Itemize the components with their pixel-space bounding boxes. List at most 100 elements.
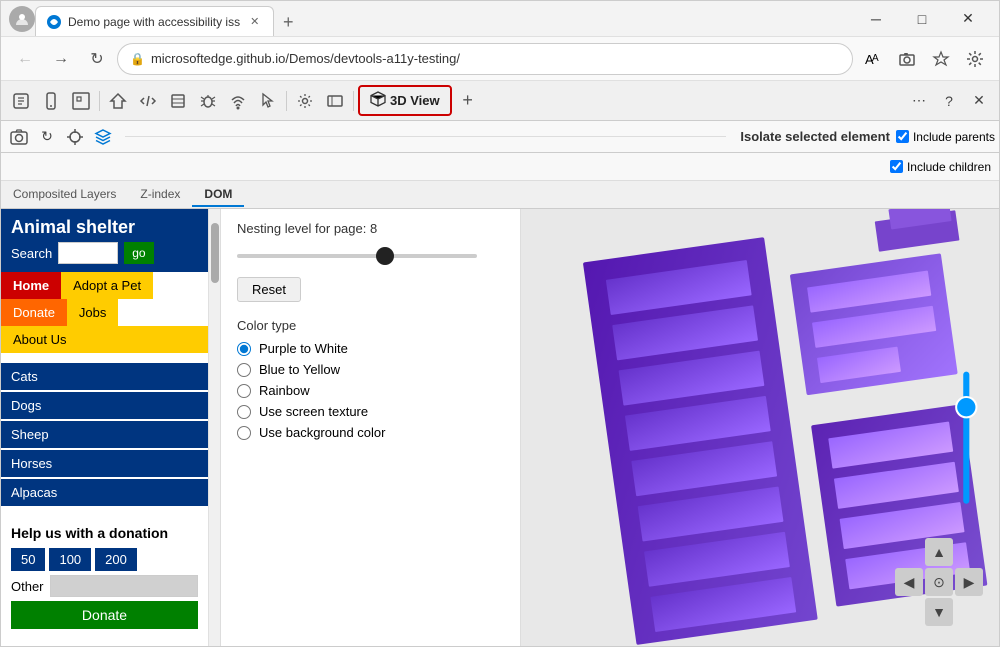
donate-submit-button[interactable]: Donate bbox=[11, 601, 198, 629]
pointer-icon[interactable] bbox=[254, 87, 282, 115]
nesting-level-label: Nesting level for page: bbox=[237, 221, 366, 236]
browser-frame: Demo page with accessibility iss ✕ + ─ □… bbox=[0, 0, 1000, 647]
donation-other-input[interactable] bbox=[50, 575, 198, 597]
include-parents-checkbox[interactable] bbox=[896, 130, 909, 143]
nav-about[interactable]: About Us bbox=[1, 326, 208, 353]
forward-button[interactable]: → bbox=[45, 43, 77, 75]
arrow-right-button[interactable]: ▶ bbox=[955, 568, 983, 596]
3d-view-icon bbox=[370, 91, 386, 110]
tab-composited-layers[interactable]: Composited Layers bbox=[1, 183, 128, 207]
donate-200-button[interactable]: 200 bbox=[95, 548, 137, 571]
lock-icon: 🔒 bbox=[130, 52, 145, 66]
include-children-bar: Include children bbox=[1, 153, 999, 181]
tab-close-button[interactable]: ✕ bbox=[246, 13, 263, 30]
radio-bg-color-input[interactable] bbox=[237, 426, 251, 440]
radio-rainbow-input[interactable] bbox=[237, 384, 251, 398]
radio-purple-white[interactable]: Purple to White bbox=[237, 341, 504, 356]
help-icon[interactable]: ? bbox=[935, 87, 963, 115]
include-parents-checkbox-label[interactable]: Include parents bbox=[896, 130, 995, 144]
donation-other-label: Other bbox=[11, 579, 44, 594]
camera-icon[interactable] bbox=[5, 123, 33, 151]
layers-3d-icon[interactable] bbox=[89, 123, 117, 151]
layers-icon[interactable] bbox=[164, 87, 192, 115]
code-icon[interactable] bbox=[134, 87, 162, 115]
tab-dom[interactable]: DOM bbox=[192, 183, 244, 207]
animal-item-dogs[interactable]: Dogs bbox=[1, 392, 208, 419]
new-tab-button[interactable]: + bbox=[274, 8, 302, 36]
3d-view-button[interactable]: 3D View bbox=[358, 85, 452, 116]
cursor-icon[interactable] bbox=[7, 87, 35, 115]
radio-rainbow[interactable]: Rainbow bbox=[237, 383, 504, 398]
devtools-close-icon[interactable]: ✕ bbox=[965, 87, 993, 115]
nav-jobs[interactable]: Jobs bbox=[67, 299, 118, 326]
shelter-search: Search go bbox=[11, 242, 198, 264]
mobile-icon[interactable] bbox=[37, 87, 65, 115]
radio-blue-yellow[interactable]: Blue to Yellow bbox=[237, 362, 504, 377]
home-icon[interactable] bbox=[104, 87, 132, 115]
radio-screen-texture[interactable]: Use screen texture bbox=[237, 404, 504, 419]
close-button[interactable]: ✕ bbox=[945, 1, 991, 37]
navigation-arrows: ▲ ◀ ⊙ ▶ ▼ bbox=[895, 538, 983, 626]
radio-blue-yellow-input[interactable] bbox=[237, 363, 251, 377]
user-avatar[interactable] bbox=[9, 6, 35, 32]
bug-icon[interactable] bbox=[194, 87, 222, 115]
arrow-top-row: ▲ bbox=[925, 538, 953, 566]
donate-100-button[interactable]: 100 bbox=[49, 548, 91, 571]
settings-icon[interactable] bbox=[959, 43, 991, 75]
maximize-button[interactable]: □ bbox=[899, 1, 945, 37]
arrow-middle-row: ◀ ⊙ ▶ bbox=[895, 568, 983, 596]
nesting-level-value: 8 bbox=[370, 221, 377, 236]
crosshair-icon[interactable] bbox=[61, 123, 89, 151]
nesting-slider[interactable] bbox=[237, 254, 477, 258]
animal-item-horses[interactable]: Horses bbox=[1, 450, 208, 477]
title-bar: Demo page with accessibility iss ✕ + ─ □… bbox=[1, 1, 999, 37]
settings-devtools-icon[interactable] bbox=[291, 87, 319, 115]
nav-home[interactable]: Home bbox=[1, 272, 61, 299]
nav-donate[interactable]: Donate bbox=[1, 299, 67, 326]
search-input[interactable] bbox=[58, 242, 118, 264]
wifi-icon[interactable] bbox=[224, 87, 252, 115]
scrollbar-thumb[interactable] bbox=[211, 223, 219, 283]
animal-item-alpacas[interactable]: Alpacas bbox=[1, 479, 208, 506]
radio-screen-texture-input[interactable] bbox=[237, 405, 251, 419]
favorites-icon[interactable] bbox=[925, 43, 957, 75]
window-controls: ─ □ ✕ bbox=[853, 1, 991, 37]
3d-view-label: 3D View bbox=[390, 93, 440, 108]
screenshot-icon[interactable] bbox=[891, 43, 923, 75]
nav-adopt[interactable]: Adopt a Pet bbox=[61, 272, 153, 299]
read-aloud-icon[interactable]: AA bbox=[857, 43, 889, 75]
svg-text:A: A bbox=[872, 53, 879, 64]
arrow-down-button[interactable]: ▼ bbox=[925, 598, 953, 626]
donation-amounts: 50 100 200 bbox=[11, 548, 198, 571]
include-children-checkbox-label[interactable]: Include children bbox=[890, 160, 991, 174]
tab-z-index[interactable]: Z-index bbox=[128, 183, 192, 207]
webpage-scrollbar[interactable] bbox=[208, 209, 220, 646]
arrow-left-button[interactable]: ◀ bbox=[895, 568, 923, 596]
refresh-button[interactable]: ↻ bbox=[81, 43, 113, 75]
add-tab-icon[interactable]: + bbox=[454, 87, 482, 115]
radio-purple-white-label: Purple to White bbox=[259, 341, 348, 356]
include-parents-label: Include parents bbox=[913, 130, 995, 144]
frame-icon[interactable] bbox=[321, 87, 349, 115]
title-bar-left bbox=[9, 6, 35, 32]
donate-50-button[interactable]: 50 bbox=[11, 548, 45, 571]
animal-item-sheep[interactable]: Sheep bbox=[1, 421, 208, 448]
radio-purple-white-input[interactable] bbox=[237, 342, 251, 356]
3d-view-panel: ▲ ◀ ⊙ ▶ ▼ bbox=[521, 209, 999, 646]
reset-button[interactable]: Reset bbox=[237, 277, 301, 302]
include-children-checkbox[interactable] bbox=[890, 160, 903, 173]
minimize-button[interactable]: ─ bbox=[853, 1, 899, 37]
more-options-icon[interactable]: ⋯ bbox=[905, 87, 933, 115]
devtools-panel-tabs: ↻ Isolate selected element Include paren… bbox=[1, 121, 999, 153]
arrow-center-button[interactable]: ⊙ bbox=[925, 568, 953, 596]
inspect-element-icon[interactable] bbox=[67, 87, 95, 115]
radio-bg-color-label: Use background color bbox=[259, 425, 385, 440]
refresh-3d-icon[interactable]: ↻ bbox=[33, 123, 61, 151]
animal-item-cats[interactable]: Cats bbox=[1, 363, 208, 390]
back-button[interactable]: ← bbox=[9, 43, 41, 75]
url-bar[interactable]: 🔒 microsoftedge.github.io/Demos/devtools… bbox=[117, 43, 853, 75]
search-go-button[interactable]: go bbox=[124, 242, 153, 264]
radio-bg-color[interactable]: Use background color bbox=[237, 425, 504, 440]
browser-tab[interactable]: Demo page with accessibility iss ✕ bbox=[35, 6, 274, 36]
arrow-up-button[interactable]: ▲ bbox=[925, 538, 953, 566]
